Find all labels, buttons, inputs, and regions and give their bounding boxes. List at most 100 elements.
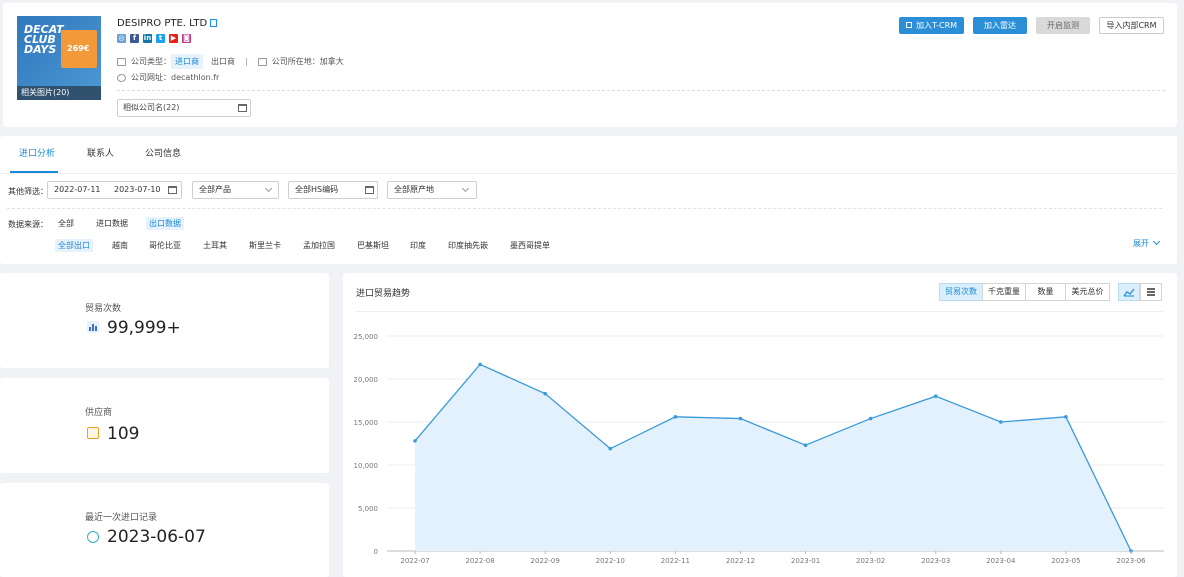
line-chart-view-button[interactable]: [1118, 283, 1140, 301]
company-photo[interactable]: DECAT CLUB DAYS 269€ 相关图片(20): [17, 16, 101, 100]
country-chip[interactable]: 越南: [109, 239, 131, 252]
location-label: 公司所在地：: [271, 57, 320, 66]
bar-chart-icon-glyph: [89, 324, 97, 331]
source-all[interactable]: 全部: [55, 217, 77, 230]
calendar-icon: [365, 186, 374, 194]
divider: [0, 173, 1177, 174]
data-point: [608, 446, 613, 451]
copy-icon[interactable]: [210, 19, 218, 27]
company-header-card: DECAT CLUB DAYS 269€ 相关图片(20) DESIPRO PTE.…: [3, 3, 1177, 127]
x-tick-label: 2022-08: [465, 557, 494, 565]
y-tick-label: 20,000: [354, 376, 379, 384]
product-select[interactable]: 全部产品: [192, 181, 279, 199]
x-tick-label: 2022-10: [596, 557, 625, 565]
tab-import-analysis[interactable]: 进口分析: [19, 146, 55, 159]
data-point: [543, 391, 547, 396]
metric-usd-button[interactable]: 美元总价: [1065, 283, 1110, 301]
data-point: [999, 420, 1003, 424]
twitter-icon[interactable]: t: [156, 34, 165, 43]
photos-caption[interactable]: 相关图片(20): [17, 86, 101, 100]
suppliers-stat-card: 供应商 109: [0, 378, 329, 473]
instagram-icon[interactable]: ◙: [182, 34, 191, 43]
x-tick-label: 2023-03: [921, 557, 950, 565]
x-tick-label: 2022-09: [531, 557, 560, 565]
line-chart-icon: [1123, 288, 1135, 297]
data-point: [868, 416, 873, 421]
country-chip[interactable]: 印度: [407, 239, 429, 252]
youtube-icon[interactable]: ▶: [169, 34, 178, 43]
divider: [7, 208, 1162, 209]
import-crm-button[interactable]: 导入内部CRM: [1099, 17, 1164, 34]
source-import[interactable]: 进口数据: [93, 217, 131, 230]
trades-label: 贸易次数: [85, 304, 122, 314]
filter-card: 进口分析 联系人 公司信息 其他筛选： 2022-07-11 2023-07-1…: [0, 136, 1177, 264]
suppliers-value: 109: [107, 424, 140, 444]
chevron-down-icon: [1152, 237, 1161, 246]
data-point: [1064, 415, 1068, 419]
add-tcrm-label: 加入T-CRM: [915, 21, 958, 30]
facebook-icon[interactable]: f: [130, 34, 139, 43]
hs-code-select[interactable]: 全部HS编码: [288, 181, 378, 199]
trades-stat-card: 贸易次数 99,999+: [0, 273, 329, 368]
x-tick-label: 2023-06: [1116, 557, 1146, 565]
country-chip[interactable]: 斯里兰卡: [246, 239, 284, 252]
similar-companies-select[interactable]: 相似公司名(22): [117, 99, 251, 117]
country-chip[interactable]: 孟加拉国: [300, 239, 338, 252]
x-tick-label: 2023-05: [1051, 557, 1080, 565]
data-point: [933, 394, 938, 398]
calendar-icon: [168, 186, 177, 194]
trend-area: [415, 364, 1131, 551]
metric-weight-button[interactable]: 千克重量: [982, 283, 1026, 301]
bar-chart-icon: [87, 321, 99, 333]
tab-company-info[interactable]: 公司信息: [145, 146, 181, 159]
company-type-label: 公司类型：: [131, 57, 171, 66]
tab-contacts[interactable]: 联系人: [87, 146, 114, 159]
x-tick-label: 2023-02: [856, 557, 885, 565]
date-range-picker[interactable]: 2022-07-11 2023-07-10: [47, 181, 182, 199]
y-tick-label: 0: [374, 548, 378, 556]
data-source-label: 数据来源：: [8, 220, 48, 229]
add-radar-button[interactable]: 加入雷达: [973, 17, 1027, 34]
divider: [117, 90, 1165, 91]
x-tick-label: 2022-12: [726, 557, 755, 565]
expand-button[interactable]: 展开: [1133, 237, 1161, 249]
similar-companies-label: 相似公司名(22): [123, 103, 180, 112]
importer-badge: 进口商: [171, 54, 203, 69]
divider: |: [245, 57, 248, 66]
company-name: DESIPRO PTE. LTD: [117, 18, 218, 29]
list-icon: [1147, 288, 1155, 296]
add-tcrm-button[interactable]: 加入T-CRM: [899, 17, 964, 34]
linkedin-icon[interactable]: in: [143, 34, 152, 43]
data-point: [478, 362, 482, 367]
start-monitor-button[interactable]: 开启监测: [1036, 17, 1090, 34]
country-chip[interactable]: 土耳其: [200, 239, 230, 252]
date-end: 2023-07-10: [114, 185, 161, 194]
photo-logo: DECAT CLUB DAYS: [24, 23, 64, 56]
country-chip[interactable]: 全部出口: [55, 239, 93, 252]
website-link[interactable]: decathlon.fr: [171, 73, 219, 82]
last-import-value: 2023-06-07: [107, 527, 206, 547]
globe-icon: [117, 73, 126, 82]
source-export[interactable]: 出口数据: [146, 217, 184, 230]
metric-quantity-button[interactable]: 数量: [1025, 283, 1066, 301]
table-view-button[interactable]: [1140, 283, 1162, 301]
metric-trades-button[interactable]: 贸易次数: [939, 283, 983, 301]
social-links: ◎ f in t ▶ ◙: [117, 34, 191, 43]
country-chip[interactable]: 印度抽先嵌: [445, 239, 491, 252]
website-row: 公司网址： decathlon.fr: [117, 72, 219, 83]
country-chip[interactable]: 墨西哥提单: [507, 239, 553, 252]
trend-chart: 0 5,000 10,000 15,000 20,000 25,000 2022-07 202…: [354, 333, 1164, 565]
country-chip[interactable]: 哥伦比亚: [146, 239, 184, 252]
trade-trend-card: 进口贸易趋势 贸易次数 千克重量 数量 美元总价 0 5,000 10,000 15,…: [343, 273, 1177, 577]
location-value: 加拿大: [319, 57, 344, 66]
product-select-label: 全部产品: [199, 185, 231, 194]
website-icon[interactable]: ◎: [117, 34, 126, 43]
x-tick-label: 2023-01: [791, 557, 820, 565]
country-chip[interactable]: 巴基斯坦: [354, 239, 392, 252]
website-label: 公司网址：: [131, 73, 171, 82]
last-import-stat-card: 最近一次进口记录 2023-06-07: [0, 483, 329, 577]
photo-banner: 269€: [61, 30, 97, 68]
tcrm-icon: [905, 22, 912, 28]
data-point: [413, 439, 417, 443]
origin-select[interactable]: 全部原产地: [387, 181, 477, 199]
